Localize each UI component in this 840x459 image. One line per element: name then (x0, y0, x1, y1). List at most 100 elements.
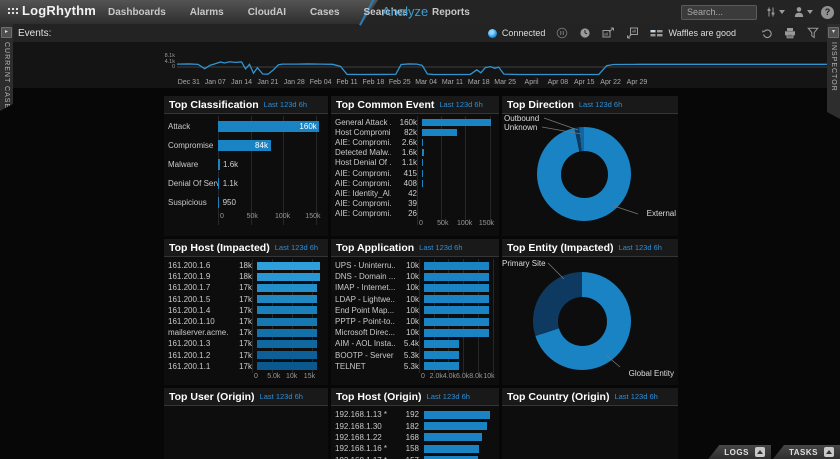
bar[interactable] (424, 340, 459, 348)
panel-host_impacted: Top Host (Impacted)Last 123d 6h161.200.1… (164, 239, 328, 385)
bar[interactable] (424, 318, 489, 326)
timeline-x-label: Dec 31 (178, 79, 200, 86)
bar-track: 160k (218, 117, 324, 136)
panel-time-range[interactable]: Last 123d 6h (275, 243, 318, 252)
bar[interactable] (422, 180, 423, 187)
bar-label: AIE: Identity_Al... (335, 189, 391, 198)
export-chart-icon[interactable] (602, 27, 615, 39)
panel-time-range[interactable]: Last 123d 6h (419, 243, 462, 252)
panel-time-range[interactable]: Last 123d 6h (427, 392, 470, 401)
help-icon[interactable]: ? (821, 6, 834, 19)
bar[interactable] (257, 262, 320, 270)
preferences-menu[interactable] (765, 6, 785, 18)
bar[interactable] (424, 422, 487, 430)
bar-x-axis: 050k100k150k (421, 219, 493, 230)
panel-direction: Top DirectionLast 123d 6hOutboundUnknown… (502, 96, 678, 236)
pause-icon[interactable] (556, 27, 568, 39)
nav-item-cases[interactable]: Cases (298, 7, 351, 18)
tasks-tab[interactable]: TASKS (773, 445, 840, 459)
logo[interactable]: LogRhythm (7, 3, 96, 18)
expand-tasks-icon[interactable] (824, 447, 834, 457)
bar-value: 10k (395, 306, 424, 315)
panel-body (502, 406, 678, 459)
bar[interactable] (257, 295, 317, 303)
bar-track (422, 209, 495, 219)
bar[interactable] (218, 197, 219, 208)
filter-icon[interactable] (807, 27, 819, 39)
bar[interactable] (422, 170, 423, 177)
bar[interactable] (424, 445, 479, 453)
timeline-x-label: Mar 04 (415, 79, 437, 86)
search-input[interactable] (681, 5, 757, 20)
current-case-tab[interactable]: ▸ CURRENT CASE (0, 24, 13, 111)
panel-time-range[interactable]: Last 123d 6h (619, 243, 662, 252)
bar[interactable] (424, 411, 490, 419)
panel-time-range[interactable]: Last 123d 6h (579, 100, 622, 109)
inspector-tab[interactable]: ▾ INSPECTOR (827, 24, 840, 119)
bar[interactable] (257, 329, 317, 337)
bar-label: 192.168.1.22 (335, 433, 395, 442)
bar[interactable] (257, 362, 317, 370)
nav-item-alarms[interactable]: Alarms (178, 7, 236, 18)
print-icon[interactable] (784, 27, 796, 39)
bar[interactable] (422, 119, 491, 126)
bar-label: AIE: Compromi... (335, 138, 391, 147)
events-timeline[interactable]: 8.1k4.1k0 Dec 31Jan 07Jan 14Jan 21Jan 28… (160, 55, 836, 89)
panel-title: Top Classification (169, 99, 259, 111)
bar[interactable] (218, 178, 219, 189)
bar[interactable] (424, 262, 489, 270)
bar[interactable] (257, 351, 317, 359)
panel-time-range[interactable]: Last 123d 6h (614, 392, 657, 401)
bar-value: 10k (395, 283, 424, 292)
bar-row: Suspicious950 (168, 193, 324, 212)
nav-right-tools: ? (681, 0, 834, 24)
bar-track (424, 271, 495, 282)
save-view-icon[interactable] (626, 27, 639, 39)
bar[interactable] (257, 340, 317, 348)
bar-row: 161.200.1.417k (168, 305, 324, 316)
bar[interactable] (424, 362, 459, 370)
logs-tab[interactable]: LOGS (708, 445, 771, 459)
bar[interactable] (422, 129, 457, 136)
panel-time-range[interactable]: Last 123d 6h (264, 100, 307, 109)
expand-current-case-icon[interactable]: ▸ (1, 27, 12, 38)
layout-columns-icon[interactable] (650, 28, 663, 39)
bar[interactable] (424, 284, 489, 292)
bar[interactable] (424, 273, 489, 281)
bar[interactable] (424, 329, 489, 337)
bar[interactable] (422, 139, 423, 146)
bar-value: 1.6k (223, 160, 238, 169)
bar[interactable] (424, 351, 459, 359)
bar-value: 158 (395, 444, 424, 453)
bar[interactable] (257, 273, 320, 281)
nav-item-analyze[interactable]: Analyze (382, 4, 428, 19)
nav-item-reports[interactable]: Reports (420, 7, 482, 18)
bar-row: Denial Of Servi...1.1k (168, 174, 324, 193)
bar-label: Host Compromi... (335, 128, 391, 137)
nav-item-dashboards[interactable]: Dashboards (96, 7, 178, 18)
bar[interactable] (424, 295, 489, 303)
expand-logs-icon[interactable] (755, 447, 765, 457)
chevron-down-icon (807, 10, 813, 14)
panel-title: Top Application (336, 242, 414, 254)
layout-name-label[interactable]: Waffles are good (668, 28, 736, 38)
expand-inspector-icon[interactable]: ▾ (828, 27, 839, 38)
bar[interactable] (257, 306, 317, 314)
bar[interactable] (257, 284, 317, 292)
clock-icon[interactable] (579, 27, 591, 39)
bar[interactable] (218, 159, 220, 170)
bar[interactable] (424, 306, 489, 314)
timeline-chart[interactable] (177, 55, 836, 77)
bar[interactable] (424, 433, 482, 441)
axis-tick: 50k (247, 213, 258, 220)
bar[interactable] (422, 149, 424, 156)
axis-tick: 0 (254, 373, 258, 380)
undo-icon[interactable] (761, 27, 773, 39)
panel-time-range[interactable]: Last 123d 6h (439, 100, 482, 109)
bar[interactable] (257, 318, 317, 326)
bar-row: 192.168.1.30182 (335, 420, 495, 431)
bar[interactable] (422, 159, 423, 166)
nav-item-cloudai[interactable]: CloudAI (236, 7, 298, 18)
user-menu[interactable] (793, 6, 813, 18)
panel-time-range[interactable]: Last 123d 6h (260, 392, 303, 401)
